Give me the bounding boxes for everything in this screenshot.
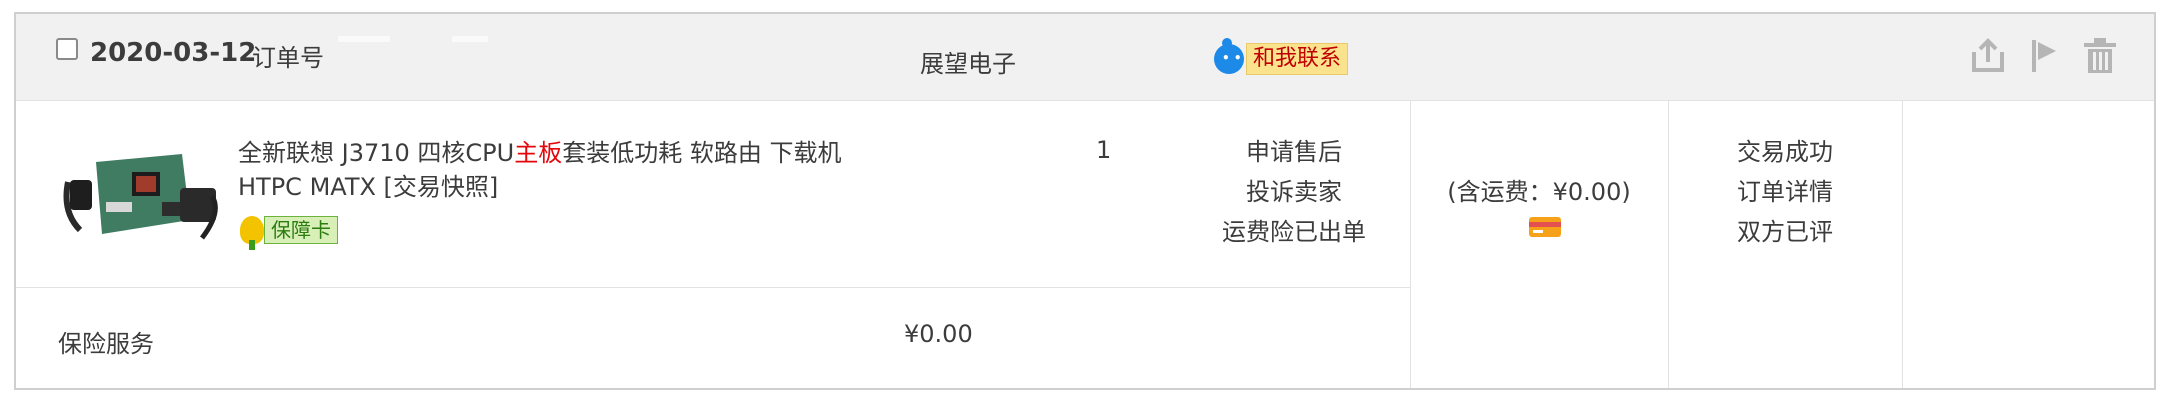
item-quantity: 1 xyxy=(1096,136,1112,164)
product-thumbnail[interactable] xyxy=(62,142,222,250)
share-icon[interactable] xyxy=(1968,36,2008,76)
order-header: 2020-03-12 订单号 展望电子 • • 和我联系 xyxy=(16,14,2154,101)
shop-name-link[interactable]: 展望电子 xyxy=(920,44,1016,79)
apply-after-sales-link[interactable]: 申请售后 xyxy=(1204,132,1384,172)
order-checkbox[interactable] xyxy=(56,38,78,60)
complain-seller-link[interactable]: 投诉卖家 xyxy=(1204,172,1384,212)
masked-order-number xyxy=(338,36,390,42)
order-detail-link[interactable]: 订单详情 xyxy=(1668,172,1902,212)
guarantee-card-badge[interactable]: 保障卡 xyxy=(240,214,338,250)
guarantee-icon xyxy=(240,216,264,250)
masked-order-number-part xyxy=(452,36,488,42)
column-divider xyxy=(1902,100,1903,388)
order-date: 2020-03-12 xyxy=(90,38,257,68)
column-divider xyxy=(1410,100,1411,388)
order-status: 交易成功 订单详情 双方已评 xyxy=(1668,132,1902,252)
guarantee-card-label: 保障卡 xyxy=(264,216,338,244)
credit-card-icon[interactable] xyxy=(1528,216,1562,238)
order-card: 2020-03-12 订单号 展望电子 • • 和我联系 全新联想 J3710 … xyxy=(14,12,2156,390)
insurance-service-label: 保险服务 xyxy=(58,330,154,358)
chat-bubble-icon: • • xyxy=(1214,38,1244,74)
shipping-insurance-link[interactable]: 运费险已出单 xyxy=(1204,212,1384,252)
trade-status-text: 交易成功 xyxy=(1737,138,1833,166)
contact-seller-label: 和我联系 xyxy=(1246,43,1349,75)
order-number-label: 订单号 xyxy=(252,44,324,72)
product-title-highlight: 主板 xyxy=(514,139,563,167)
contact-seller-button[interactable]: • • 和我联系 xyxy=(1214,38,1349,76)
product-title-part: 全新联想 J3710 四核CPU xyxy=(238,139,515,167)
shipping-fee-text: (含运费：¥0.00) xyxy=(1447,178,1631,206)
review-status-link[interactable]: 双方已评 xyxy=(1668,212,1902,252)
product-title-link[interactable]: 全新联想 J3710 四核CPU主板套装低功耗 软路由 下载机 HTPC MAT… xyxy=(238,136,878,204)
insurance-price: ¥0.00 xyxy=(904,320,973,348)
trash-icon[interactable] xyxy=(2080,36,2120,76)
row-divider xyxy=(16,287,1410,288)
item-operations: 申请售后 投诉卖家 运费险已出单 xyxy=(1204,132,1384,252)
flag-icon[interactable] xyxy=(2024,36,2064,76)
